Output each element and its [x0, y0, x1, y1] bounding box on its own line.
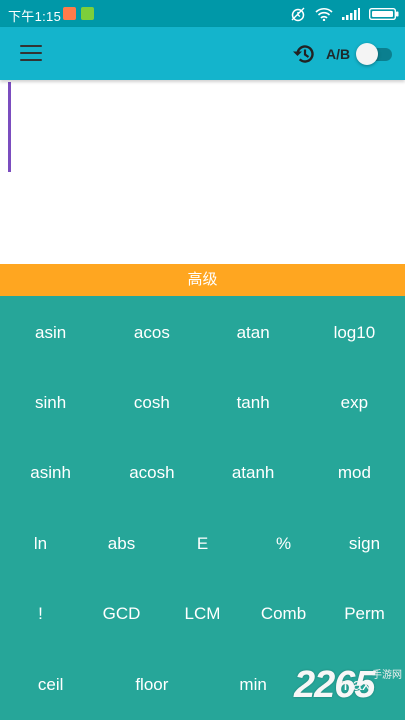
- expression-display[interactable]: [0, 80, 405, 264]
- status-time: 下午1:15: [8, 9, 62, 24]
- menu-icon[interactable]: [19, 43, 43, 63]
- key-asinh[interactable]: asinh: [0, 438, 101, 508]
- key-acos[interactable]: acos: [101, 298, 202, 368]
- key-tanh[interactable]: tanh: [203, 368, 304, 438]
- key-cosh[interactable]: cosh: [101, 368, 202, 438]
- key-mod[interactable]: mod: [304, 438, 405, 508]
- key-ceil[interactable]: ceil: [0, 650, 101, 720]
- key-atan[interactable]: atan: [203, 298, 304, 368]
- key-log10[interactable]: log10: [304, 298, 405, 368]
- key-row-3: asinh acosh atanh mod: [0, 438, 405, 508]
- status-bar: 下午1:15: [0, 0, 405, 27]
- app-bar: A/B: [0, 27, 405, 80]
- key-comb[interactable]: Comb: [243, 579, 324, 649]
- key-min[interactable]: min: [203, 650, 304, 720]
- battery-icon: [369, 8, 399, 20]
- mode-label: 高级: [187, 271, 218, 288]
- key-row-6: ceil floor min max: [0, 650, 405, 720]
- ab-mode-label: A/B: [326, 46, 351, 62]
- key-percent[interactable]: %: [243, 509, 324, 579]
- key-abs[interactable]: abs: [81, 509, 162, 579]
- signal-icon: [342, 8, 360, 20]
- ab-mode-toggle[interactable]: [356, 43, 394, 65]
- toggle-thumb: [356, 43, 378, 65]
- key-floor[interactable]: floor: [101, 650, 202, 720]
- key-sign[interactable]: sign: [324, 509, 405, 579]
- key-row-4: ln abs E % sign: [0, 509, 405, 579]
- key-row-2: sinh cosh tanh exp: [0, 368, 405, 438]
- key-ln[interactable]: ln: [0, 509, 81, 579]
- mode-bar[interactable]: 高级: [0, 264, 405, 296]
- mail-notification-icon: [63, 7, 76, 20]
- key-perm[interactable]: Perm: [324, 579, 405, 649]
- key-sinh[interactable]: sinh: [0, 368, 101, 438]
- key-max[interactable]: max: [304, 650, 405, 720]
- key-row-1: asin acos atan log10: [0, 298, 405, 368]
- key-e[interactable]: E: [162, 509, 243, 579]
- key-asin[interactable]: asin: [0, 298, 101, 368]
- text-cursor: [8, 82, 11, 172]
- wifi-icon: [315, 8, 333, 21]
- key-row-5: ! GCD LCM Comb Perm: [0, 579, 405, 649]
- key-factorial[interactable]: !: [0, 579, 81, 649]
- history-icon[interactable]: [290, 40, 318, 68]
- advanced-keypad: asin acos atan log10 sinh cosh tanh exp …: [0, 296, 405, 720]
- key-lcm[interactable]: LCM: [162, 579, 243, 649]
- alarm-icon: [291, 7, 305, 22]
- key-gcd[interactable]: GCD: [81, 579, 162, 649]
- key-atanh[interactable]: atanh: [203, 438, 304, 508]
- app-notification-icon: [81, 7, 94, 20]
- key-exp[interactable]: exp: [304, 368, 405, 438]
- key-acosh[interactable]: acosh: [101, 438, 202, 508]
